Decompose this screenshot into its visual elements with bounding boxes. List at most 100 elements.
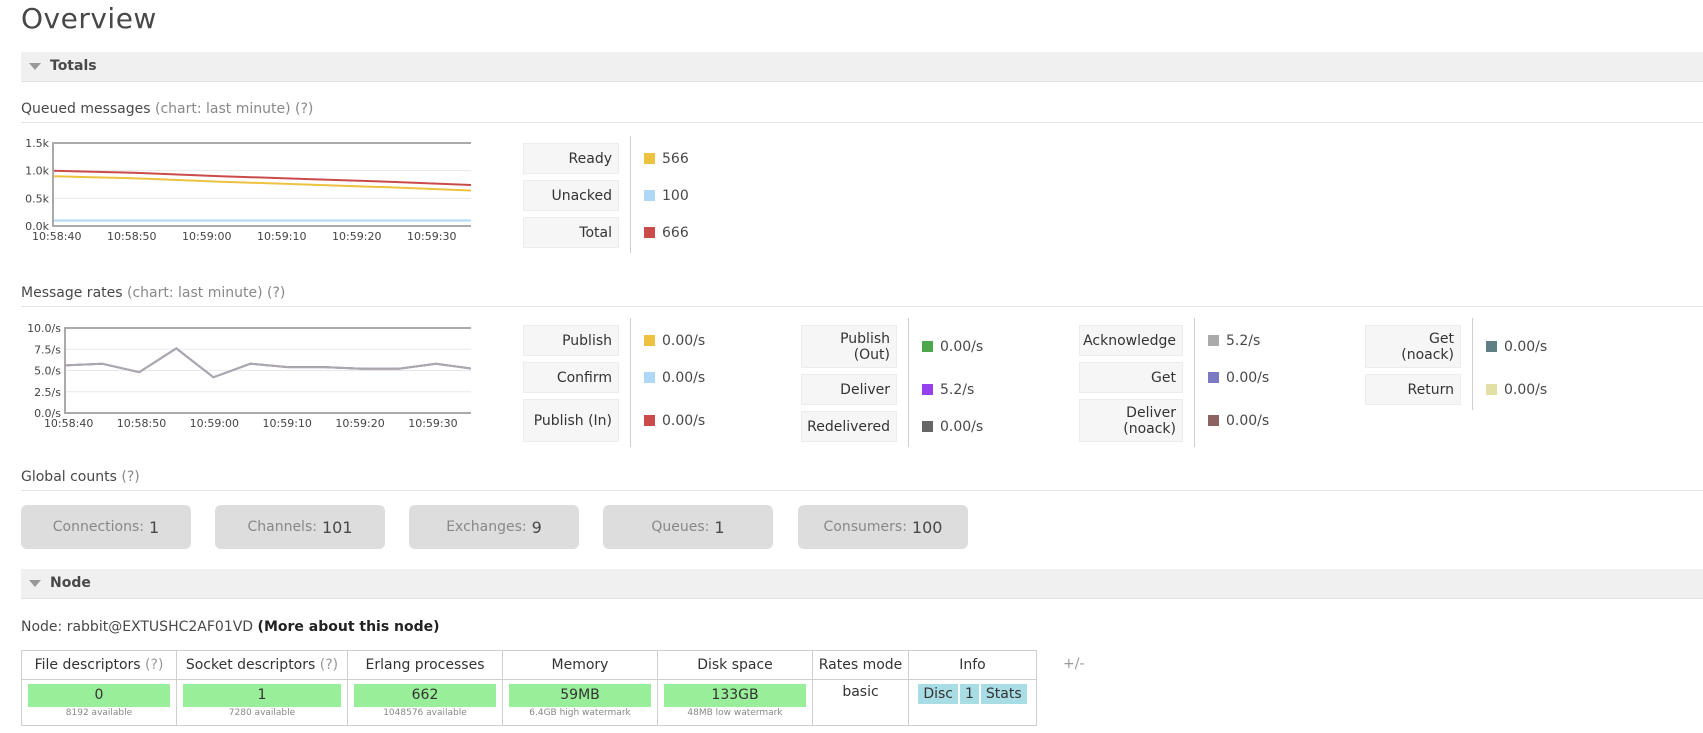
memory-watermark: 6.4GB high watermark <box>529 708 631 718</box>
rate-stat-label: Get <box>1079 362 1183 393</box>
stat-number: 0.00/s <box>1226 412 1270 429</box>
socket-descriptors-cell: 1 7280 available <box>176 679 348 726</box>
file-descriptors-available: 8192 available <box>65 708 133 718</box>
x-tick-label: 10:59:20 <box>332 230 381 243</box>
connections-count-button[interactable]: Connections: 1 <box>21 505 191 549</box>
memory-header: Memory <box>502 650 658 680</box>
rate-stat-label: Redelivered <box>801 411 897 442</box>
erlang-processes-cell: 662 1048576 available <box>347 679 503 726</box>
rate-stat-row: Return 0.00/s <box>1365 371 1581 408</box>
queued-stat-label: Total <box>523 217 619 248</box>
stat-number: 0.00/s <box>1504 381 1548 398</box>
rate-stat-value: 0.00/s <box>1486 322 1547 371</box>
memory-cell: 59MB 6.4GB high watermark <box>502 679 658 726</box>
rate-stat-value: 0.00/s <box>1208 396 1269 445</box>
node-section-header[interactable]: Node <box>21 569 1703 599</box>
y-tick-label: 7.5/s <box>34 343 61 356</box>
legend-swatch-icon <box>1486 384 1497 395</box>
count-value: 1 <box>714 517 725 537</box>
node-section-label: Node <box>50 575 91 591</box>
rate-stat-divider <box>908 318 909 447</box>
stat-number: 0.00/s <box>940 418 984 435</box>
count-label: Queues: <box>651 519 710 535</box>
x-tick-label: 10:59:10 <box>257 230 306 243</box>
node-name-text: Node: rabbit@EXTUSHC2AF01VD <box>21 619 254 635</box>
rate-stat-label: Deliver <box>801 374 897 405</box>
x-tick-label: 10:59:00 <box>182 230 231 243</box>
legend-swatch-icon <box>644 153 655 164</box>
rate-stat-row: Get (noack) 0.00/s <box>1365 322 1581 371</box>
queued-stat-value: 100 <box>644 177 689 214</box>
stat-number: 0.00/s <box>662 369 706 386</box>
help-link[interactable]: (?) <box>320 657 338 673</box>
count-label: Connections: <box>52 519 145 535</box>
queued-stat-value: 666 <box>644 214 689 251</box>
disk-space-header: Disk space <box>657 650 813 680</box>
count-value: 101 <box>321 517 353 537</box>
legend-swatch-icon <box>1486 341 1497 352</box>
help-link[interactable]: (?) <box>145 657 163 673</box>
message-rates-chart: 0.0/s2.5/s5.0/s7.5/s10.0/s10:58:40 10:58:… <box>27 322 471 428</box>
rates-chart-range-link[interactable]: (chart: last minute) <box>127 285 263 301</box>
socket-descriptors-header: Socket descriptors (?) <box>176 650 348 680</box>
channels-count-button[interactable]: Channels: 101 <box>215 505 385 549</box>
file-descriptors-header: File descriptors (?) <box>21 650 177 680</box>
erlang-processes-bar: 662 <box>354 684 496 707</box>
legend-swatch-icon <box>1208 335 1219 346</box>
socket-descriptors-bar: 1 <box>183 684 341 707</box>
rate-stat-label: Acknowledge <box>1079 325 1183 356</box>
totals-section-label: Totals <box>50 58 97 74</box>
rate-stat-value: 0.00/s <box>1486 371 1547 408</box>
y-tick-label: 1.0k <box>25 165 49 178</box>
rate-stat-label: Return <box>1365 374 1461 405</box>
plot-area <box>53 143 471 226</box>
queued-stat-label: Unacked <box>523 180 619 211</box>
queued-stat-label: Ready <box>523 143 619 174</box>
collapse-triangle-icon <box>29 580 41 587</box>
toggle-columns-link[interactable]: +/- <box>1063 656 1085 672</box>
stat-number: 0.00/s <box>662 332 706 349</box>
message-rates-heading: Message rates (chart: last minute) (?) <box>21 285 1703 307</box>
rate-stat-value: 0.00/s <box>922 322 983 371</box>
queued-help-link[interactable]: (?) <box>295 101 313 117</box>
queues-count-button[interactable]: Queues: 1 <box>603 505 773 549</box>
legend-swatch-icon <box>922 421 933 432</box>
x-tick-label: 10:58:40 <box>32 230 81 243</box>
count-label: Channels: <box>247 519 317 535</box>
rate-stat-value: 0.00/s <box>1208 359 1269 396</box>
rates-mode-cell: basic <box>812 679 909 726</box>
queued-messages-chart: 0.0k0.5k1.0k1.5k10:58:40 10:58:50 10:59:00… <box>25 137 471 243</box>
info-tag-disc: Disc <box>918 684 958 704</box>
queued-stat-row: Ready 566 <box>523 140 739 177</box>
rate-stat-row: Redelivered 0.00/s <box>801 408 1017 445</box>
y-tick-label: 1.5k <box>25 137 49 150</box>
y-tick-label: 10.0/s <box>27 322 61 335</box>
rate-stat-row: Publish (In) 0.00/s <box>523 396 739 445</box>
exchanges-count-button[interactable]: Exchanges: 9 <box>409 505 579 549</box>
queued-chart-range-link[interactable]: (chart: last minute) <box>155 101 291 117</box>
global-counts-help-link[interactable]: (?) <box>121 469 139 485</box>
file-descriptors-cell: 0 8192 available <box>21 679 177 726</box>
rates-help-link[interactable]: (?) <box>267 285 285 301</box>
rate-stat-label: Publish <box>523 325 619 356</box>
rates-heading-text: Message rates <box>21 285 123 301</box>
rate-stat-label: Get (noack) <box>1365 325 1461 368</box>
rate-stat-value: 5.2/s <box>1208 322 1260 359</box>
more-about-node-link[interactable]: (More about this node) <box>258 619 440 635</box>
totals-section-header[interactable]: Totals <box>21 52 1703 82</box>
rate-stat-value: 0.00/s <box>644 396 705 445</box>
rate-stat-divider <box>1194 318 1195 447</box>
rate-stat-row: Confirm 0.00/s <box>523 359 739 396</box>
queued-heading-text: Queued messages <box>21 101 151 117</box>
header-text: File descriptors <box>34 657 141 673</box>
x-tick-label: 10:59:30 <box>407 230 456 243</box>
consumers-count-button[interactable]: Consumers: 100 <box>798 505 968 549</box>
count-value: 100 <box>911 517 943 537</box>
legend-swatch-icon <box>644 415 655 426</box>
rate-stat-row: Get 0.00/s <box>1079 359 1303 396</box>
queued-stat-divider <box>630 136 631 253</box>
stat-number: 0.00/s <box>1504 338 1548 355</box>
rate-stat-value: 0.00/s <box>922 408 983 445</box>
rate-stat-divider <box>630 318 631 447</box>
rate-stat-value: 0.00/s <box>644 359 705 396</box>
